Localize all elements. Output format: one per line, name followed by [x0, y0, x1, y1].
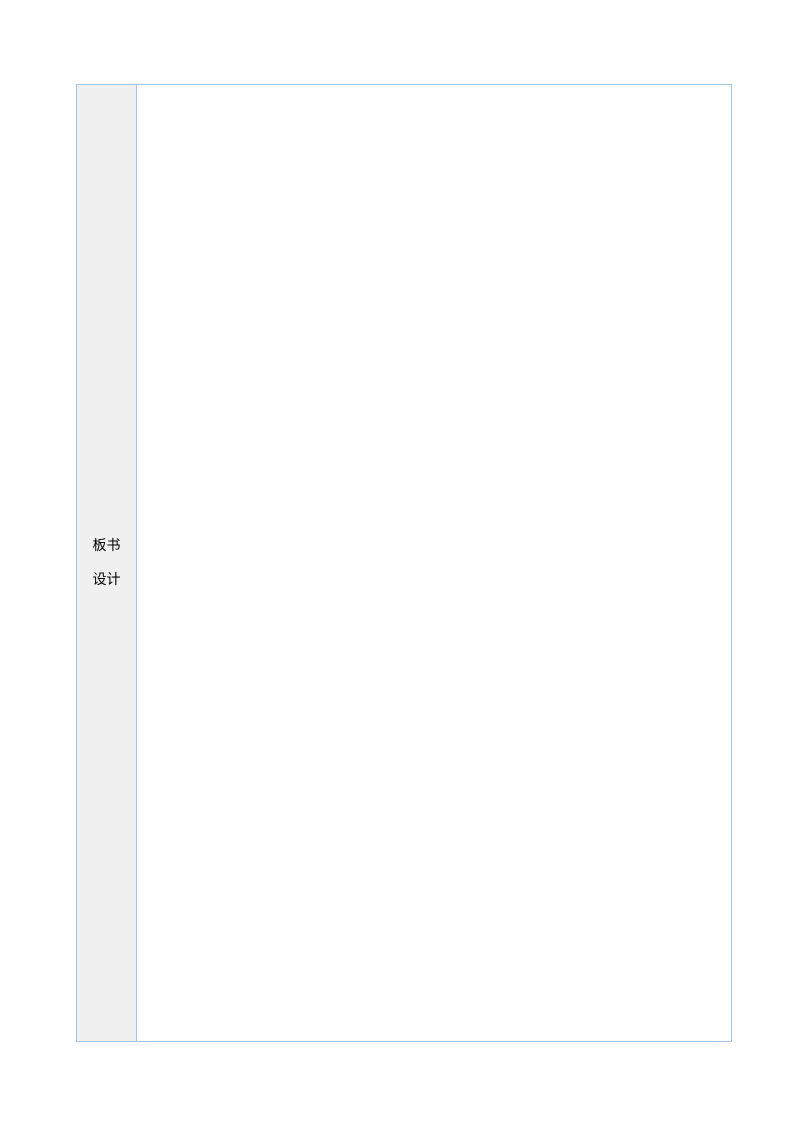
page-container: 板书 设计 [76, 84, 732, 1042]
table-row-header-column: 板书 设计 [77, 85, 137, 1041]
table-frame: 板书 设计 [76, 84, 732, 1042]
table-content-cell [137, 85, 731, 1041]
row-label-line2: 设计 [93, 563, 121, 597]
row-label-line1: 板书 [93, 529, 121, 563]
row-label: 板书 设计 [93, 529, 121, 596]
